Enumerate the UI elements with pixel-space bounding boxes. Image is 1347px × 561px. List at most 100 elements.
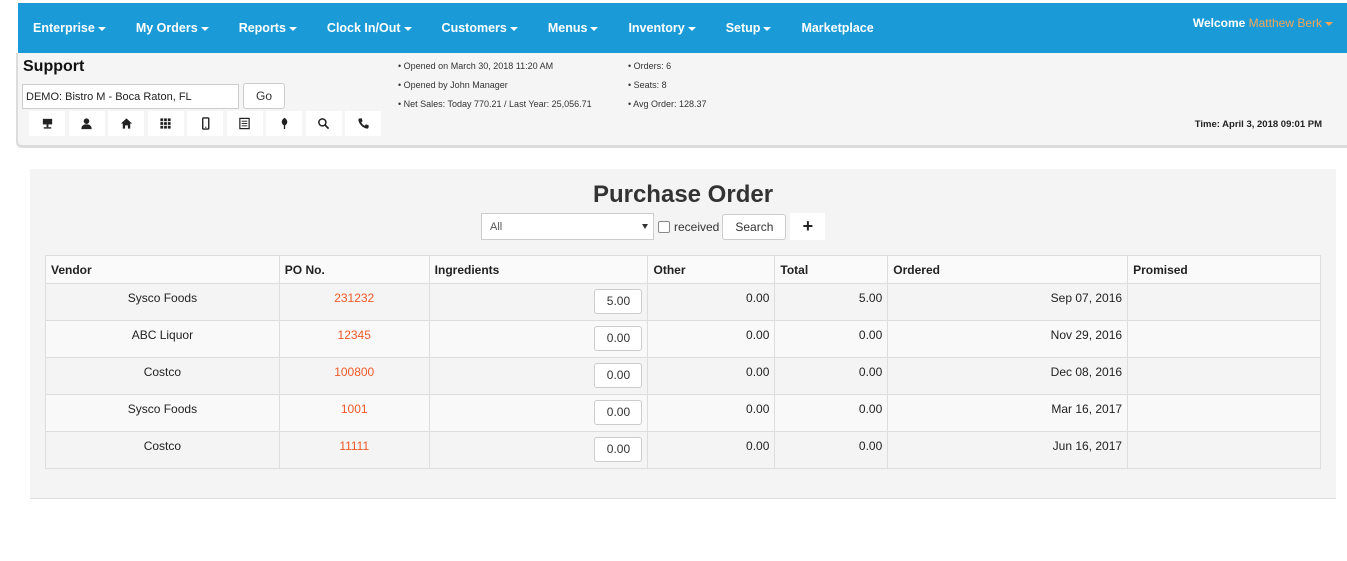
- ingredients-cell: 0.00: [428, 394, 649, 432]
- info-avg-order: • Avg Order: 128.37: [628, 99, 707, 109]
- nav-menu: Enterprise My Orders Reports Clock In/Ou…: [18, 3, 904, 53]
- mobile-icon: [201, 117, 209, 130]
- search-icon: [318, 118, 330, 130]
- list-icon: [239, 117, 250, 130]
- caret-down-icon: [1325, 21, 1333, 26]
- register-button[interactable]: [29, 111, 65, 136]
- received-label: received: [674, 219, 720, 234]
- nav-menus[interactable]: Menus: [548, 21, 599, 35]
- po-number-link[interactable]: 1001: [278, 394, 430, 432]
- promised-cell: [1127, 431, 1321, 469]
- home-button[interactable]: [108, 111, 144, 136]
- nav-inventory[interactable]: Inventory: [628, 21, 696, 35]
- store-input[interactable]: [22, 84, 239, 109]
- quick-icon-bar: [29, 111, 385, 136]
- vendor-cell: Costco: [45, 357, 280, 395]
- tree-button[interactable]: [266, 111, 302, 136]
- welcome-label: Welcome: [1192, 16, 1246, 30]
- caret-down-icon: [763, 26, 772, 31]
- nav-setup-label: Setup: [725, 21, 761, 35]
- nav-enterprise-label: Enterprise: [33, 21, 95, 35]
- nav-reports[interactable]: Reports: [239, 21, 297, 35]
- grid-button[interactable]: [147, 111, 184, 136]
- total-cell: 0.00: [774, 357, 889, 395]
- caret-down-icon: [687, 26, 696, 31]
- table-header-row: Vendor PO No. Ingredients Other Total Or…: [45, 255, 1321, 284]
- top-navbar: Enterprise My Orders Reports Clock In/Ou…: [18, 3, 1347, 53]
- tree-icon: [281, 117, 287, 130]
- col-ordered[interactable]: Ordered: [887, 255, 1129, 284]
- col-vendor[interactable]: Vendor: [45, 255, 280, 284]
- po-number-link[interactable]: 100800: [278, 357, 430, 395]
- current-time: Time: April 3, 2018 09:01 PM: [1194, 119, 1322, 130]
- received-checkbox[interactable]: [658, 220, 670, 233]
- ingredients-cell: 0.00: [428, 431, 649, 469]
- col-other[interactable]: Other: [647, 255, 776, 284]
- info-opened-by: • Opened by John Manager: [398, 80, 508, 90]
- table-row: Sysco Foods 231232 5.00 0.00 5.00 Sep 07…: [45, 283, 1321, 321]
- list-button[interactable]: [226, 111, 263, 136]
- ingredients-cell: 0.00: [428, 320, 649, 358]
- dropdown-arrow-icon: [642, 224, 648, 229]
- go-button[interactable]: Go: [243, 83, 285, 109]
- col-total[interactable]: Total: [774, 255, 889, 284]
- total-cell: 0.00: [774, 394, 889, 432]
- ordered-cell: Jun 16, 2017: [887, 431, 1129, 469]
- phone-icon: [357, 118, 369, 129]
- total-cell: 5.00: [774, 283, 889, 321]
- ingredients-cell: 0.00: [428, 357, 649, 395]
- ingredients-cell: 5.00: [428, 283, 649, 321]
- user-name: Matthew Berk: [1248, 16, 1322, 30]
- vendor-cell: Sysco Foods: [45, 394, 280, 432]
- caret-down-icon: [403, 26, 412, 31]
- mobile-button[interactable]: [187, 111, 223, 136]
- store-info-right: • Orders: 6 • Seats: 8 • Avg Order: 128.…: [628, 57, 707, 114]
- nav-marketplace[interactable]: Marketplace: [801, 21, 873, 35]
- search-button[interactable]: Search: [722, 213, 787, 240]
- table-row: ABC Liquor 12345 0.00 0.00 0.00 Nov 29, …: [45, 320, 1321, 358]
- po-number-link[interactable]: 231232: [278, 283, 430, 321]
- ingredients-input[interactable]: 0.00: [594, 326, 643, 351]
- add-purchase-order-button[interactable]: +: [790, 213, 826, 240]
- nav-setup[interactable]: Setup: [726, 21, 772, 35]
- col-po-no[interactable]: PO No.: [278, 255, 430, 284]
- filter-row: All received Search +: [481, 213, 826, 240]
- register-icon: [42, 118, 52, 129]
- user-menu[interactable]: Matthew Berk: [1249, 16, 1333, 30]
- nav-clock-in-out[interactable]: Clock In/Out: [327, 21, 412, 35]
- caret-down-icon: [97, 26, 106, 31]
- po-number-link[interactable]: 11111: [278, 431, 430, 469]
- po-number-link[interactable]: 12345: [278, 320, 430, 358]
- vendor-filter-select[interactable]: All: [481, 213, 654, 240]
- welcome-area: Welcome Matthew Berk: [1193, 16, 1333, 30]
- nav-customers[interactable]: Customers: [442, 21, 518, 35]
- nav-my-orders[interactable]: My Orders: [136, 21, 209, 35]
- ingredients-input[interactable]: 0.00: [594, 363, 643, 388]
- purchase-order-table: Vendor PO No. Ingredients Other Total Or…: [45, 255, 1321, 469]
- table-row: Costco 100800 0.00 0.00 0.00 Dec 08, 201…: [45, 357, 1321, 395]
- home-icon: [120, 118, 132, 129]
- user-button[interactable]: [68, 111, 105, 136]
- nav-customers-label: Customers: [441, 21, 507, 35]
- ingredients-input[interactable]: 0.00: [594, 437, 643, 462]
- promised-cell: [1127, 357, 1321, 395]
- store-info-left: • Opened on March 30, 2018 11:20 AM • Op…: [398, 57, 592, 114]
- nav-enterprise[interactable]: Enterprise: [33, 21, 106, 35]
- col-promised[interactable]: Promised: [1127, 255, 1321, 284]
- col-ingredients[interactable]: Ingredients: [428, 255, 649, 284]
- search-button[interactable]: [305, 111, 342, 136]
- vendor-cell: ABC Liquor: [45, 320, 280, 358]
- caret-down-icon: [509, 26, 518, 31]
- phone-button[interactable]: [345, 111, 381, 136]
- purchase-order-panel: Purchase Order All received Search + Ven…: [30, 169, 1336, 499]
- total-cell: 0.00: [774, 320, 889, 358]
- ingredients-input[interactable]: 5.00: [594, 289, 643, 314]
- info-net-sales: • Net Sales: Today 770.21 / Last Year: 2…: [398, 99, 592, 109]
- nav-my-orders-label: My Orders: [135, 21, 198, 35]
- total-cell: 0.00: [774, 431, 889, 469]
- nav-reports-label: Reports: [238, 21, 286, 35]
- nav-clock-in-out-label: Clock In/Out: [326, 21, 401, 35]
- ingredients-input[interactable]: 0.00: [594, 400, 643, 425]
- info-orders: • Orders: 6: [628, 61, 672, 71]
- table-row: Costco 11111 0.00 0.00 0.00 Jun 16, 2017: [45, 431, 1321, 469]
